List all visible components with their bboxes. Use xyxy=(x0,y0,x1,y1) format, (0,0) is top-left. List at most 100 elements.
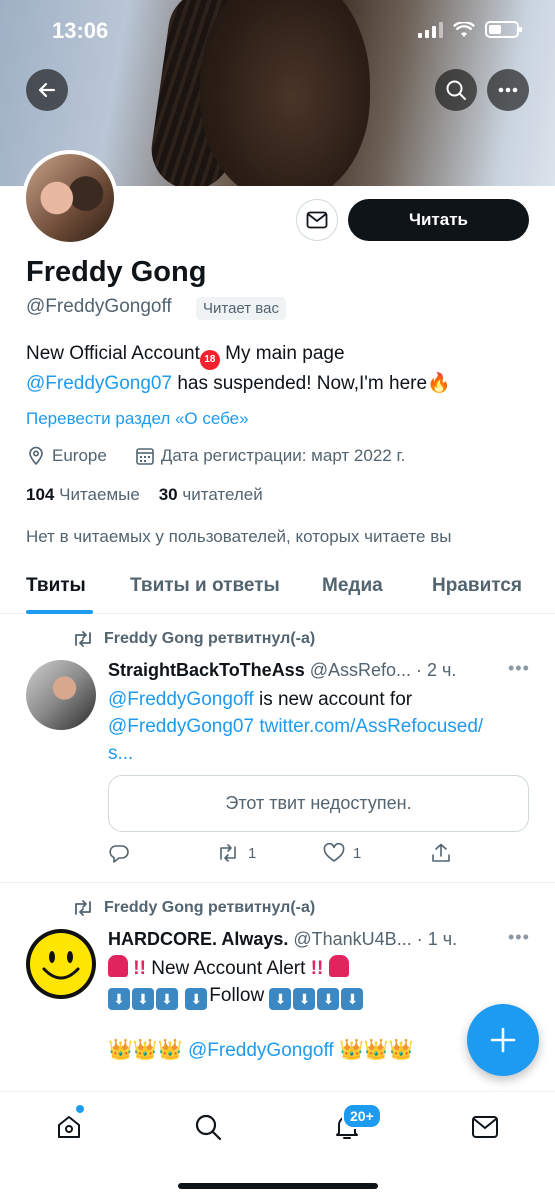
status-bar: 13:06 xyxy=(0,0,555,64)
tweet-text-mid: is new account for xyxy=(253,689,413,710)
retweet-action-icon xyxy=(220,844,236,862)
envelope-icon xyxy=(472,1116,498,1138)
tweet-author-avatar[interactable] xyxy=(26,929,96,999)
following-count: 104 xyxy=(26,485,55,504)
tweet-more-icon[interactable]: ••• xyxy=(508,658,530,679)
quoted-tweet-unavailable: Этот твит недоступен. xyxy=(108,775,529,832)
down-arrow-icon: ⬇ xyxy=(185,988,208,1010)
siren-icon xyxy=(108,955,128,977)
share-button[interactable] xyxy=(430,843,452,863)
tweet-mention-link[interactable]: @FreddyGongoff xyxy=(188,1040,334,1061)
tweet-actions: 1 1 xyxy=(108,843,528,867)
retweet-button[interactable]: 1 xyxy=(216,843,256,863)
profile-avatar[interactable] xyxy=(22,150,118,246)
calendar-icon xyxy=(136,448,154,465)
bio-mention-link[interactable]: @FreddyGong07 xyxy=(26,373,172,394)
signal-icon xyxy=(418,21,443,38)
follow-button[interactable]: Читать xyxy=(348,199,529,241)
message-button[interactable] xyxy=(296,199,338,241)
tweet-author-meta: @AssRefo... · 2 ч. xyxy=(304,660,457,680)
notification-badge: 20+ xyxy=(342,1103,382,1129)
status-icons xyxy=(418,21,522,38)
profile-tabs: Твиты Твиты и ответы Медиа Нравится xyxy=(0,560,555,614)
bio-text: New Official Account xyxy=(26,343,200,364)
tweet-line1: New Account Alert xyxy=(145,958,311,979)
nav-search[interactable] xyxy=(191,1110,225,1144)
reply-icon xyxy=(109,845,129,863)
bio-text-line2: has suspended! Now,I'm here xyxy=(172,373,428,394)
tweet-more-icon[interactable]: ••• xyxy=(508,927,530,948)
followers-count: 30 xyxy=(158,485,178,504)
reply-button[interactable] xyxy=(108,843,130,863)
envelope-icon xyxy=(306,211,328,229)
location-pin-icon xyxy=(29,446,43,466)
tweet-text: !! New Account Alert !! ⬇ ⬇ ⬇ ⬇ Follow ⬇ ⬇ ⬇ ⬇… xyxy=(108,955,528,1064)
tweet-text: @FreddyGongoff is new account for @Fredd… xyxy=(108,686,528,767)
profile-stats: 104 Читаемые 30 читателей xyxy=(26,485,263,505)
following-label: Читаемые xyxy=(59,485,140,504)
retweet-label: Freddy Gong ретвитнул(-а) xyxy=(104,630,316,647)
tweet-author-meta: @ThankU4B... · 1 ч. xyxy=(288,929,458,949)
heart-icon xyxy=(323,843,345,862)
compose-tweet-button[interactable] xyxy=(467,1004,539,1076)
tab-media[interactable]: Медиа xyxy=(322,575,383,597)
search-icon xyxy=(446,80,466,100)
following-stat[interactable]: 104 Читаемые xyxy=(26,485,140,504)
home-unread-dot xyxy=(76,1105,84,1113)
down-arrow-icon: ⬇ xyxy=(317,988,340,1010)
double-exclamation-icon: !! xyxy=(310,958,324,979)
smiley-face-icon xyxy=(30,933,92,995)
crown-icon: 👑👑👑 xyxy=(108,1039,183,1061)
tab-tweets-replies[interactable]: Твиты и ответы xyxy=(130,575,280,597)
retweet-count: 1 xyxy=(248,844,257,862)
back-button[interactable] xyxy=(26,69,68,111)
follows-you-badge: Читает вас xyxy=(196,297,286,320)
plus-icon xyxy=(490,1027,516,1053)
profile-joined: Дата регистрации: март 2022 г. xyxy=(160,446,406,465)
crown-icon: 👑👑👑 xyxy=(338,1039,414,1061)
retweet-indicator: Freddy Gong ретвитнул(-а) xyxy=(72,630,315,648)
followers-stat[interactable]: 30 читателей xyxy=(159,485,263,504)
active-tab-indicator xyxy=(26,610,93,614)
back-arrow-icon xyxy=(38,82,56,98)
profile-name: Freddy Gong xyxy=(26,256,207,288)
tweet-mention-link[interactable]: @FreddyGongoff xyxy=(108,689,254,710)
followers-label: читателей xyxy=(182,485,263,504)
tweet-header: HARDCORE. Always. @ThankU4B... · 1 ч. xyxy=(108,929,528,950)
nav-messages[interactable] xyxy=(468,1110,502,1144)
tweet-author-avatar[interactable] xyxy=(26,660,96,730)
tab-likes[interactable]: Нравится xyxy=(432,575,522,597)
down-arrow-icon: ⬇ xyxy=(293,988,316,1010)
tab-tweets[interactable]: Твиты xyxy=(26,575,86,597)
tweet-author-name[interactable]: HARDCORE. Always. xyxy=(108,929,288,949)
translate-bio-link[interactable]: Перевести раздел «О себе» xyxy=(26,409,249,429)
profile-meta: Europe Дата регистрации: март 2022 г. xyxy=(26,446,405,466)
down-arrow-icon: ⬇ xyxy=(341,988,364,1010)
more-options-button[interactable] xyxy=(487,69,529,111)
wifi-icon xyxy=(453,21,475,37)
profile-bio: New Official Account 18 My main page @Fre… xyxy=(26,340,536,398)
tweet-line2: Follow xyxy=(209,985,265,1006)
profile-handle: @FreddyGongoff xyxy=(26,296,172,317)
tweet-url-link-tail[interactable]: s... xyxy=(108,743,133,764)
down-arrow-icon: ⬇ xyxy=(132,988,154,1010)
nav-home[interactable] xyxy=(52,1110,86,1144)
double-exclamation-icon: !! xyxy=(133,958,146,979)
retweet-icon xyxy=(75,631,91,647)
like-button[interactable]: 1 xyxy=(323,843,361,863)
down-arrow-icon: ⬇ xyxy=(156,988,178,1010)
bio-text-tail: My main page xyxy=(219,343,345,364)
no-mutual-followers-text: Нет в читаемых у пользователей, которых … xyxy=(26,527,452,546)
tweet-url-link[interactable]: @FreddyGong07 twitter.com/AssRefocused/ xyxy=(108,716,483,737)
search-button[interactable] xyxy=(435,69,477,111)
tweet-header: StraightBackToTheAss @AssRefo... · 2 ч. xyxy=(108,660,528,681)
tweet-divider xyxy=(0,882,555,883)
down-arrow-icon: ⬇ xyxy=(108,988,130,1010)
battery-icon xyxy=(485,21,522,38)
retweet-icon xyxy=(75,900,91,916)
adult-18-icon: 18 xyxy=(199,350,220,370)
retweet-indicator: Freddy Gong ретвитнул(-а) xyxy=(72,899,315,917)
tweet-author-name[interactable]: StraightBackToTheAss xyxy=(108,660,305,680)
retweet-label: Freddy Gong ретвитнул(-а) xyxy=(104,899,316,916)
home-indicator xyxy=(178,1183,378,1189)
